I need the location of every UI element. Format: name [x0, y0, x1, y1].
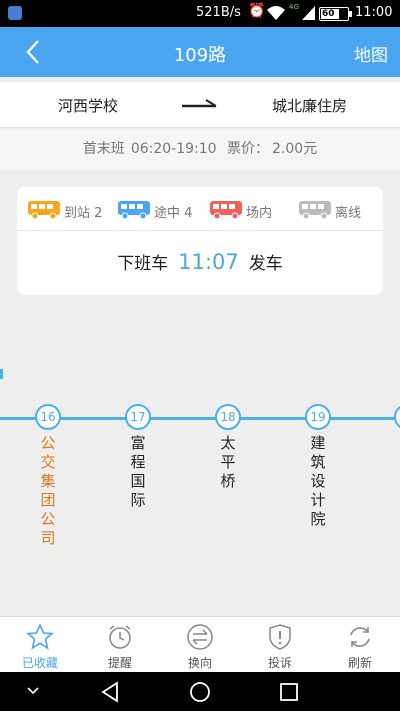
nav-bar: 109路 地图	[0, 27, 400, 77]
stop-name[interactable]: 富程国际	[128, 434, 148, 510]
tab-reminder-label: 提醒	[107, 656, 132, 670]
star-icon	[26, 623, 54, 650]
route-line-marker	[0, 369, 3, 379]
tab-favorites[interactable]: 已收藏	[0, 617, 80, 673]
stop-marker[interactable]: 18	[215, 404, 241, 430]
schedule-label: 首末班	[82, 141, 125, 157]
network-type: 4G	[289, 3, 299, 11]
stop-name[interactable]: 建筑设计院	[308, 434, 328, 529]
legend-en-route-label: 途中	[154, 206, 181, 221]
direction-arrow-icon	[182, 99, 217, 108]
bus-offline-icon	[299, 201, 331, 220]
departure-time: 11:07	[178, 250, 239, 274]
app-notification-icon	[8, 6, 22, 20]
schedule-info: 首末班 06:20-19:10 票价： 2.00元	[0, 129, 400, 169]
tab-complaint[interactable]: 投诉	[240, 617, 320, 673]
legend-arrived-count: 2	[94, 206, 103, 221]
stop-marker[interactable]	[394, 404, 400, 430]
route-direction-bar: 河西学校 城北廉住房	[0, 82, 400, 128]
network-speed: 521B/s	[196, 5, 241, 20]
legend-arrived-label: 到站	[64, 206, 91, 221]
tab-swap-direction[interactable]: 换向	[160, 617, 240, 673]
clock: 11:00	[355, 5, 393, 20]
tab-swap-direction-label: 换向	[187, 656, 212, 670]
bus-en-route-icon	[118, 201, 150, 220]
legend-en-route-count: 4	[184, 206, 193, 221]
stop-name[interactable]: 太平桥	[218, 434, 238, 491]
tab-favorites-label: 已收藏	[21, 656, 58, 670]
signal-icon	[302, 6, 315, 20]
recent-apps-icon[interactable]	[279, 682, 299, 702]
alarm-clock-icon	[109, 625, 131, 649]
tab-refresh-label: 刷新	[347, 656, 372, 670]
map-button[interactable]: 地图	[354, 41, 388, 66]
swap-direction-icon	[187, 624, 213, 650]
stop-marker[interactable]: 16	[35, 404, 61, 430]
fare-value: 2.00元	[272, 141, 318, 157]
departure-suffix: 发车	[248, 254, 283, 274]
back-nav-icon[interactable]	[100, 681, 120, 703]
legend-in-depot-label: 场内	[246, 206, 273, 221]
stop-name[interactable]: 公交集团公司	[38, 434, 58, 548]
departure-prefix: 下班车	[117, 254, 169, 274]
home-nav-icon[interactable]	[188, 681, 212, 703]
system-nav-bar	[0, 672, 400, 711]
status-bar: 521B/s ⏰ 4G 60 11:00	[0, 0, 400, 27]
bottom-tab-bar: 已收藏 提醒 换向 投诉 刷新	[0, 616, 400, 672]
bus-legend: 到站 2 途中 4 场内 离线	[17, 187, 383, 231]
tab-refresh[interactable]: 刷新	[320, 617, 400, 673]
bus-in-depot-icon	[210, 201, 242, 220]
alarm-icon: ⏰	[248, 3, 266, 19]
legend-offline-label: 离线	[335, 206, 362, 221]
hide-keyboard-icon[interactable]	[26, 686, 40, 696]
destination-stop: 城北廉住房	[272, 97, 348, 115]
tab-complaint-label: 投诉	[267, 656, 292, 670]
schedule-time: 06:20-19:10	[130, 141, 217, 157]
bus-arrived-icon	[28, 201, 60, 220]
battery-level: 60	[322, 9, 335, 19]
complaint-shield-icon	[269, 624, 291, 650]
next-departure: 下班车 11:07 发车	[17, 249, 383, 274]
stop-marker[interactable]: 17	[125, 404, 151, 430]
bus-status-card: 到站 2 途中 4 场内 离线 下班车 11:07 发车	[17, 187, 383, 295]
fare-label: 票价：	[227, 141, 270, 157]
tab-reminder[interactable]: 提醒	[80, 617, 160, 673]
wifi-icon	[267, 6, 285, 20]
stop-marker[interactable]: 19	[305, 404, 331, 430]
page-title: 109路	[173, 45, 227, 66]
refresh-icon	[350, 627, 370, 647]
battery-icon: 60	[319, 7, 352, 21]
origin-stop: 河西学校	[58, 97, 119, 115]
